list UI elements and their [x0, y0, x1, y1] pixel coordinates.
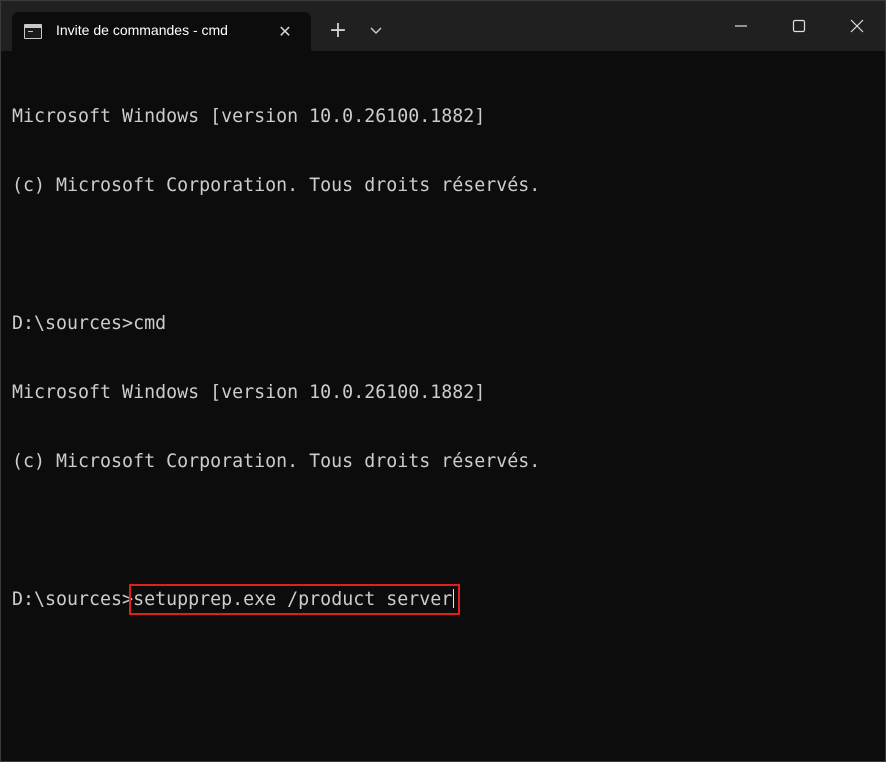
highlighted-command: setupprep.exe /product server: [129, 584, 461, 615]
current-command: setupprep.exe /product server: [133, 589, 453, 610]
maximize-icon: [792, 19, 806, 33]
close-window-button[interactable]: [828, 1, 885, 51]
terminal-line: D:\sources>cmd: [12, 313, 167, 334]
terminal-line: (c) Microsoft Corporation. Tous droits r…: [12, 451, 541, 472]
minimize-icon: [735, 25, 747, 27]
tab-title: Invite de commandes - cmd: [56, 22, 228, 38]
terminal-line: Microsoft Windows [version 10.0.26100.18…: [12, 382, 486, 403]
terminal-output[interactable]: Microsoft Windows [version 10.0.26100.18…: [12, 59, 885, 761]
new-tab-button[interactable]: +: [324, 17, 352, 45]
close-tab-button[interactable]: ✕: [274, 21, 296, 43]
terminal-line: Microsoft Windows [version 10.0.26100.18…: [12, 106, 486, 127]
maximize-button[interactable]: [770, 1, 828, 51]
tab-dropdown-button[interactable]: [362, 17, 390, 45]
console-icon: [24, 24, 42, 39]
tab-cmd[interactable]: Invite de commandes - cmd ✕: [12, 12, 311, 51]
prompt: D:\sources>: [12, 589, 134, 610]
terminal-line: (c) Microsoft Corporation. Tous droits r…: [12, 175, 541, 196]
terminal-window: Invite de commandes - cmd ✕ + Microsoft …: [0, 0, 886, 762]
close-icon: [850, 19, 864, 33]
minimize-button[interactable]: [712, 1, 770, 51]
command-line[interactable]: D:\sources>setupprep.exe /product server: [12, 584, 885, 615]
text-cursor: [453, 589, 455, 608]
chevron-down-icon: [370, 27, 382, 34]
title-bar: Invite de commandes - cmd ✕ +: [1, 1, 885, 51]
